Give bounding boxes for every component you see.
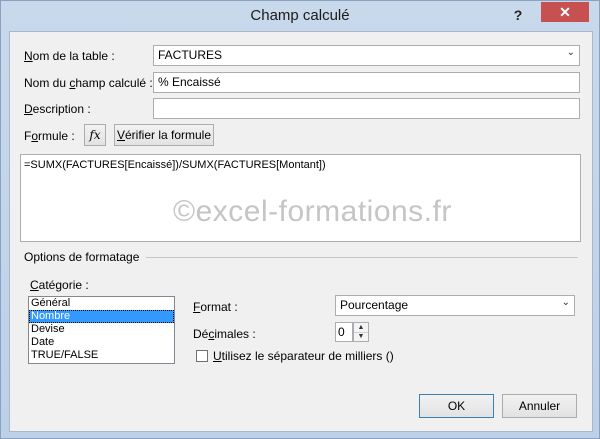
calc-field-input[interactable]: % Encaissé	[153, 72, 580, 93]
description-label: Description :	[24, 102, 91, 116]
decimals-label: Décimales :	[193, 327, 256, 341]
chevron-down-icon: ⌄	[561, 297, 570, 308]
close-button[interactable]: ✕	[541, 2, 589, 22]
decimals-input[interactable]: 0	[335, 322, 353, 342]
formula-editor[interactable]: =SUMX(FACTURES[Encaissé])/SUMX(FACTURES[…	[20, 154, 581, 242]
title-bar: Champ calculé ? ✕	[1, 1, 599, 31]
formatting-options-heading: Options de formatage	[24, 250, 140, 264]
fx-icon: fx	[89, 128, 101, 142]
formula-text: =SUMX(FACTURES[Encaissé])/SUMX(FACTURES[…	[24, 159, 326, 171]
formatting-separator	[146, 257, 578, 258]
chevron-down-icon: ⌄	[566, 47, 575, 58]
table-name-dropdown[interactable]: FACTURES ⌄	[153, 45, 580, 66]
spin-down-icon[interactable]: ▼	[354, 332, 368, 341]
table-name-label: Nom de la table :	[24, 49, 115, 63]
cancel-button[interactable]: Annuler	[502, 394, 577, 418]
format-label: Format :	[193, 300, 238, 314]
thousands-separator-checkbox[interactable]	[196, 350, 208, 362]
ok-button[interactable]: OK	[419, 394, 494, 418]
category-item[interactable]: Date	[29, 336, 174, 349]
category-item[interactable]: Général	[29, 297, 174, 310]
category-label: Catégorie :	[30, 278, 89, 292]
description-input[interactable]	[153, 98, 580, 119]
watermark: ©excel-formations.fr	[173, 195, 452, 228]
category-list[interactable]: Général Nombre Devise Date TRUE/FALSE	[28, 296, 175, 364]
calc-field-label: Nom du champ calculé :	[24, 76, 153, 90]
format-dropdown[interactable]: Pourcentage ⌄	[335, 295, 575, 316]
insert-function-button[interactable]: fx	[84, 124, 106, 146]
category-item[interactable]: TRUE/FALSE	[29, 349, 174, 362]
dialog-body: Nom de la table : FACTURES ⌄ Nom du cham…	[9, 31, 593, 432]
decimals-spinner[interactable]: ▲ ▼	[353, 322, 369, 342]
format-value: Pourcentage	[340, 298, 409, 312]
dialog-window: Champ calculé ? ✕ Nom de la table : FACT…	[0, 0, 600, 439]
verify-formula-button[interactable]: Vérifier la formule	[114, 124, 214, 146]
thousands-separator-label: Utilisez le séparateur de milliers ()	[213, 349, 394, 363]
formula-label: Formule :	[24, 129, 75, 143]
category-item[interactable]: Nombre	[29, 310, 174, 323]
help-button[interactable]: ?	[505, 5, 531, 25]
category-item[interactable]: Devise	[29, 323, 174, 336]
table-name-value: FACTURES	[158, 48, 223, 62]
